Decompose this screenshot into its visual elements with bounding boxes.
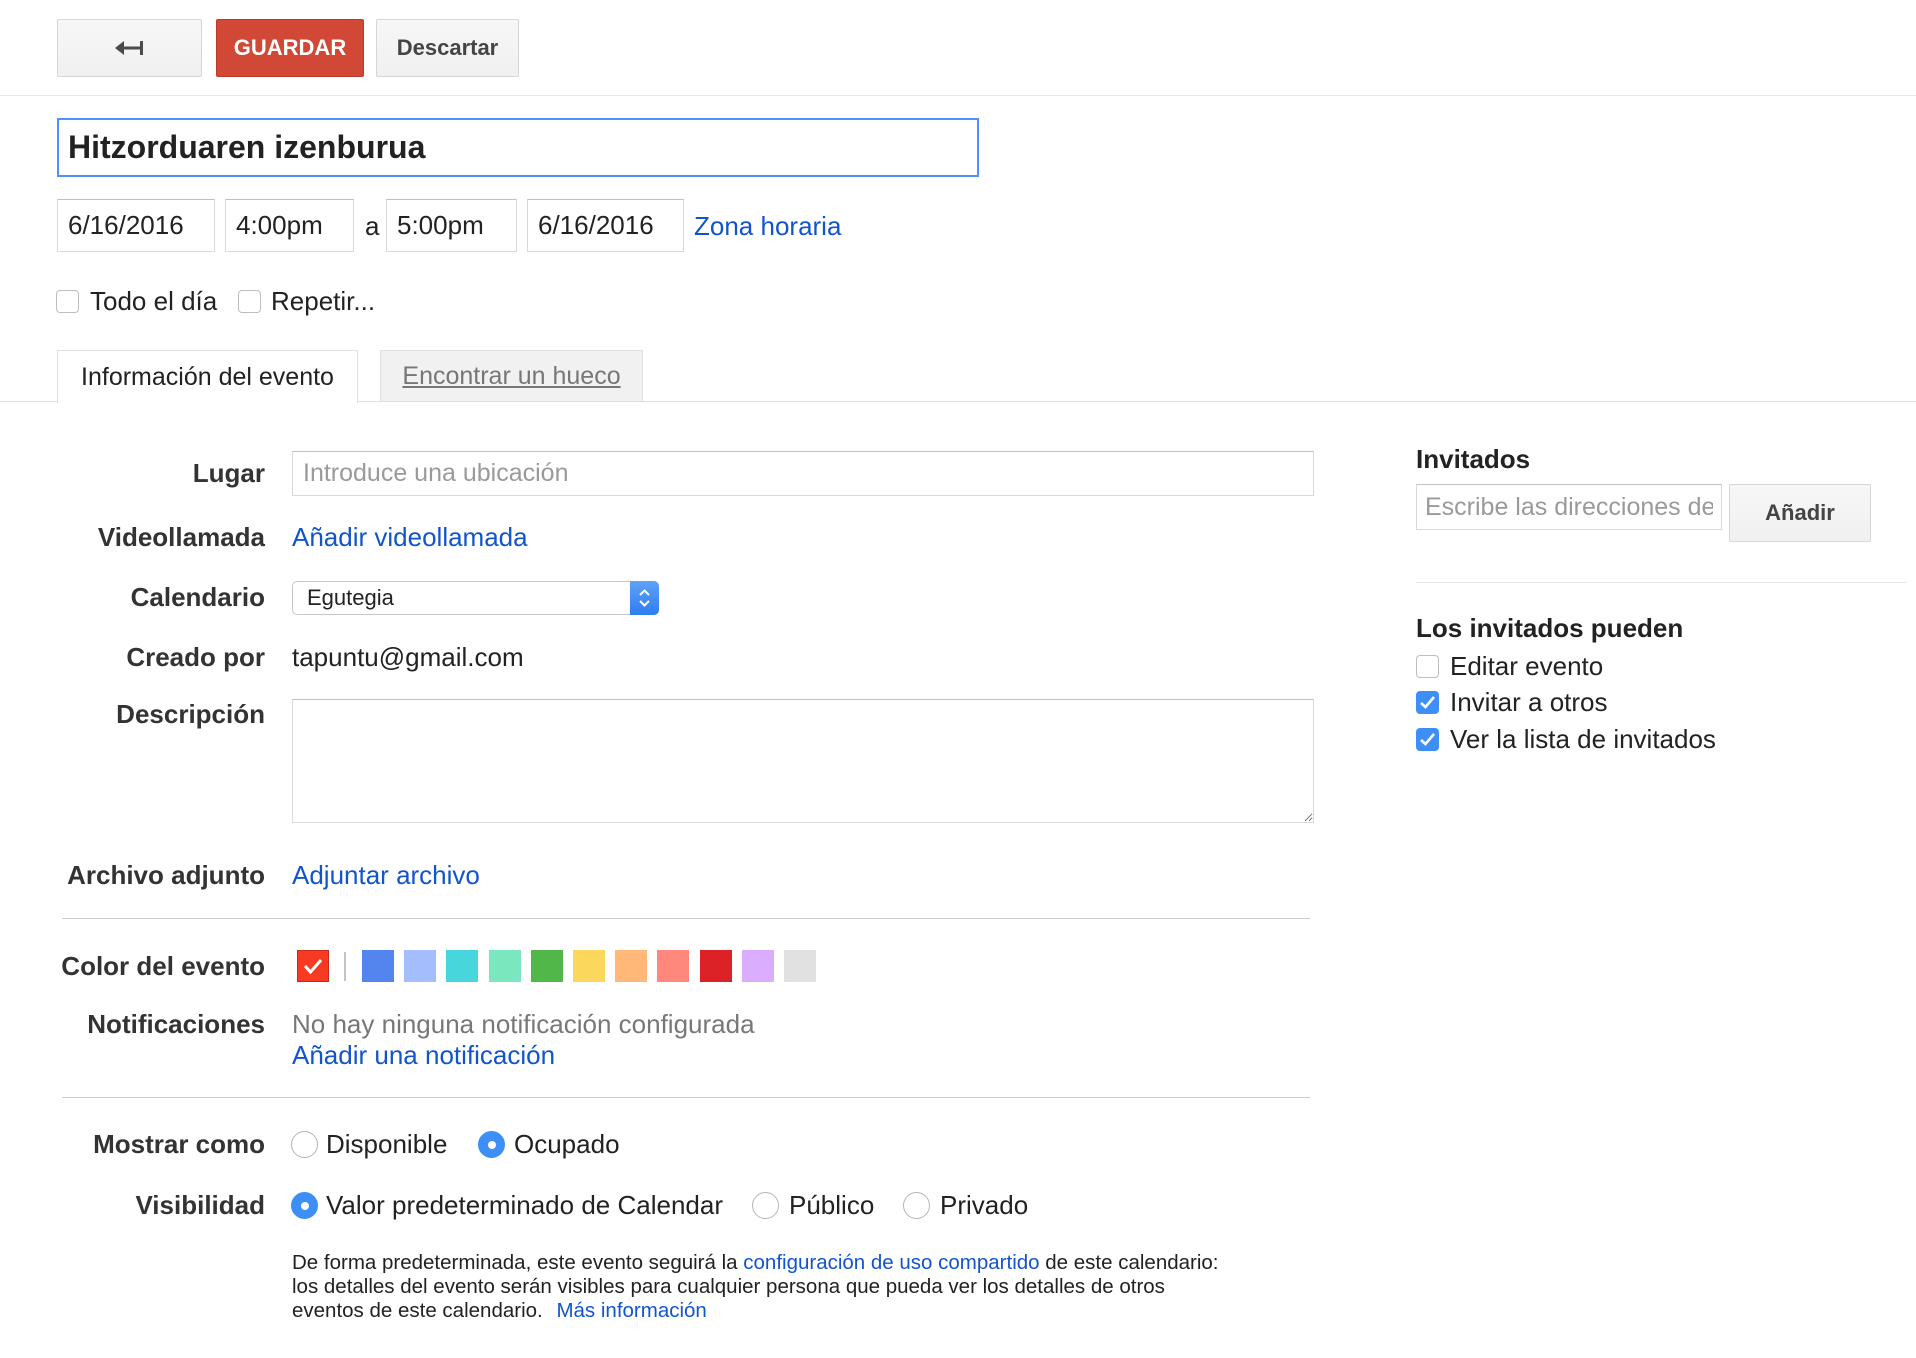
tab-event-info[interactable]: Información del evento bbox=[57, 350, 358, 403]
repeat-label: Repetir... bbox=[271, 286, 376, 316]
end-time-input[interactable] bbox=[386, 199, 517, 252]
guest-email-input[interactable] bbox=[1416, 484, 1722, 530]
start-date-input[interactable] bbox=[57, 199, 215, 252]
timezone-link[interactable]: Zona horaria bbox=[694, 206, 841, 246]
perm-see-guest-list-checkbox[interactable] bbox=[1416, 728, 1439, 751]
color-separator bbox=[344, 952, 346, 981]
perm-invite-others-label: Invitar a otros bbox=[1450, 687, 1608, 717]
start-time-input[interactable] bbox=[225, 199, 354, 252]
color-swatch[interactable] bbox=[699, 950, 732, 982]
created-by-label: Creado por bbox=[126, 642, 265, 672]
guests-title: Invitados bbox=[1416, 444, 1531, 474]
add-guest-button[interactable]: Añadir bbox=[1729, 484, 1871, 542]
perm-see-guest-list-label: Ver la lista de invitados bbox=[1450, 724, 1716, 754]
more-info-link[interactable]: Más información bbox=[556, 1299, 706, 1322]
calendar-label: Calendario bbox=[130, 582, 265, 612]
attach-file-link[interactable]: Adjuntar archivo bbox=[292, 855, 480, 895]
visibility-private-radio[interactable] bbox=[903, 1192, 930, 1219]
sharing-settings-link[interactable]: configuración de uso compartido bbox=[743, 1251, 1039, 1274]
description-label: Descripción bbox=[116, 699, 265, 729]
save-button[interactable]: GUARDAR bbox=[216, 19, 364, 77]
checkmark-icon bbox=[303, 959, 323, 975]
perm-edit-event-checkbox[interactable] bbox=[1416, 655, 1439, 678]
note-text: De forma predeterminada, este evento seg… bbox=[292, 1251, 738, 1274]
perm-invite-others-checkbox[interactable] bbox=[1416, 691, 1439, 714]
location-label: Lugar bbox=[192, 458, 265, 488]
tab-find-time[interactable]: Encontrar un hueco bbox=[380, 350, 643, 402]
color-swatch[interactable] bbox=[446, 950, 479, 982]
color-swatch[interactable] bbox=[530, 950, 563, 982]
visibility-default-radio[interactable] bbox=[291, 1192, 318, 1219]
section-divider bbox=[62, 918, 1310, 919]
color-swatch[interactable] bbox=[404, 950, 437, 982]
end-date-input[interactable] bbox=[527, 199, 684, 252]
color-swatch[interactable] bbox=[657, 950, 690, 982]
add-notification-link[interactable]: Añadir una notificación bbox=[292, 1035, 555, 1075]
note-text: de este calendario: bbox=[1045, 1251, 1219, 1274]
note-text: los detalles del evento serán visibles p… bbox=[292, 1275, 1165, 1298]
repeat-checkbox[interactable] bbox=[238, 290, 261, 313]
show-as-busy-label: Ocupado bbox=[514, 1129, 620, 1159]
show-as-busy-radio[interactable] bbox=[478, 1131, 505, 1158]
all-day-label: Todo el día bbox=[90, 286, 218, 316]
back-button[interactable] bbox=[57, 19, 202, 77]
discard-button[interactable]: Descartar bbox=[376, 19, 519, 77]
visibility-private-label: Privado bbox=[940, 1190, 1029, 1220]
guest-permissions-title: Los invitados pueden bbox=[1416, 613, 1684, 643]
tab-label: Información del evento bbox=[81, 362, 334, 391]
selected-color-swatch[interactable] bbox=[297, 950, 329, 982]
video-call-label: Videollamada bbox=[97, 522, 265, 552]
location-input[interactable] bbox=[292, 451, 1314, 496]
section-divider bbox=[62, 1097, 1310, 1098]
checkmark-icon bbox=[1420, 696, 1435, 709]
calendar-select-value: Egutegia bbox=[307, 585, 394, 610]
attachment-label: Archivo adjunto bbox=[67, 860, 265, 890]
color-swatch[interactable] bbox=[741, 950, 774, 982]
notifications-label: Notificaciones bbox=[87, 1009, 265, 1039]
add-video-call-link[interactable]: Añadir videollamada bbox=[292, 517, 528, 557]
calendar-select[interactable]: Egutegia bbox=[292, 581, 659, 615]
color-swatch[interactable] bbox=[362, 950, 394, 982]
show-as-label: Mostrar como bbox=[93, 1129, 265, 1159]
color-palette bbox=[0, 950, 816, 982]
checkmark-icon bbox=[1420, 733, 1435, 746]
visibility-label: Visibilidad bbox=[135, 1190, 265, 1220]
color-swatch[interactable] bbox=[488, 950, 521, 982]
show-as-available-radio[interactable] bbox=[291, 1131, 318, 1158]
description-textarea[interactable] bbox=[292, 699, 1314, 823]
visibility-public-label: Público bbox=[789, 1190, 875, 1220]
visibility-note: De forma predeterminada, este evento seg… bbox=[292, 1251, 1219, 1323]
perm-edit-event-label: Editar evento bbox=[1450, 651, 1604, 681]
created-by-value: tapuntu@gmail.com bbox=[292, 642, 524, 672]
visibility-public-radio[interactable] bbox=[752, 1192, 779, 1219]
tab-label: Encontrar un hueco bbox=[402, 361, 621, 390]
event-color-label: Color del evento bbox=[61, 951, 265, 981]
guests-divider bbox=[1416, 582, 1906, 583]
color-swatch[interactable] bbox=[615, 950, 648, 982]
show-as-available-label: Disponible bbox=[326, 1129, 448, 1159]
color-swatch[interactable] bbox=[573, 950, 605, 982]
visibility-default-label: Valor predeterminado de Calendar bbox=[326, 1190, 723, 1220]
event-title-input[interactable] bbox=[57, 118, 979, 177]
all-day-checkbox[interactable] bbox=[56, 290, 79, 313]
time-range-separator: a bbox=[365, 211, 380, 241]
color-swatch[interactable] bbox=[784, 950, 816, 982]
toolbar-divider bbox=[0, 95, 1916, 96]
back-arrow-icon bbox=[114, 37, 146, 59]
select-stepper-icon bbox=[630, 581, 659, 615]
note-text: eventos de este calendario. bbox=[292, 1299, 543, 1322]
